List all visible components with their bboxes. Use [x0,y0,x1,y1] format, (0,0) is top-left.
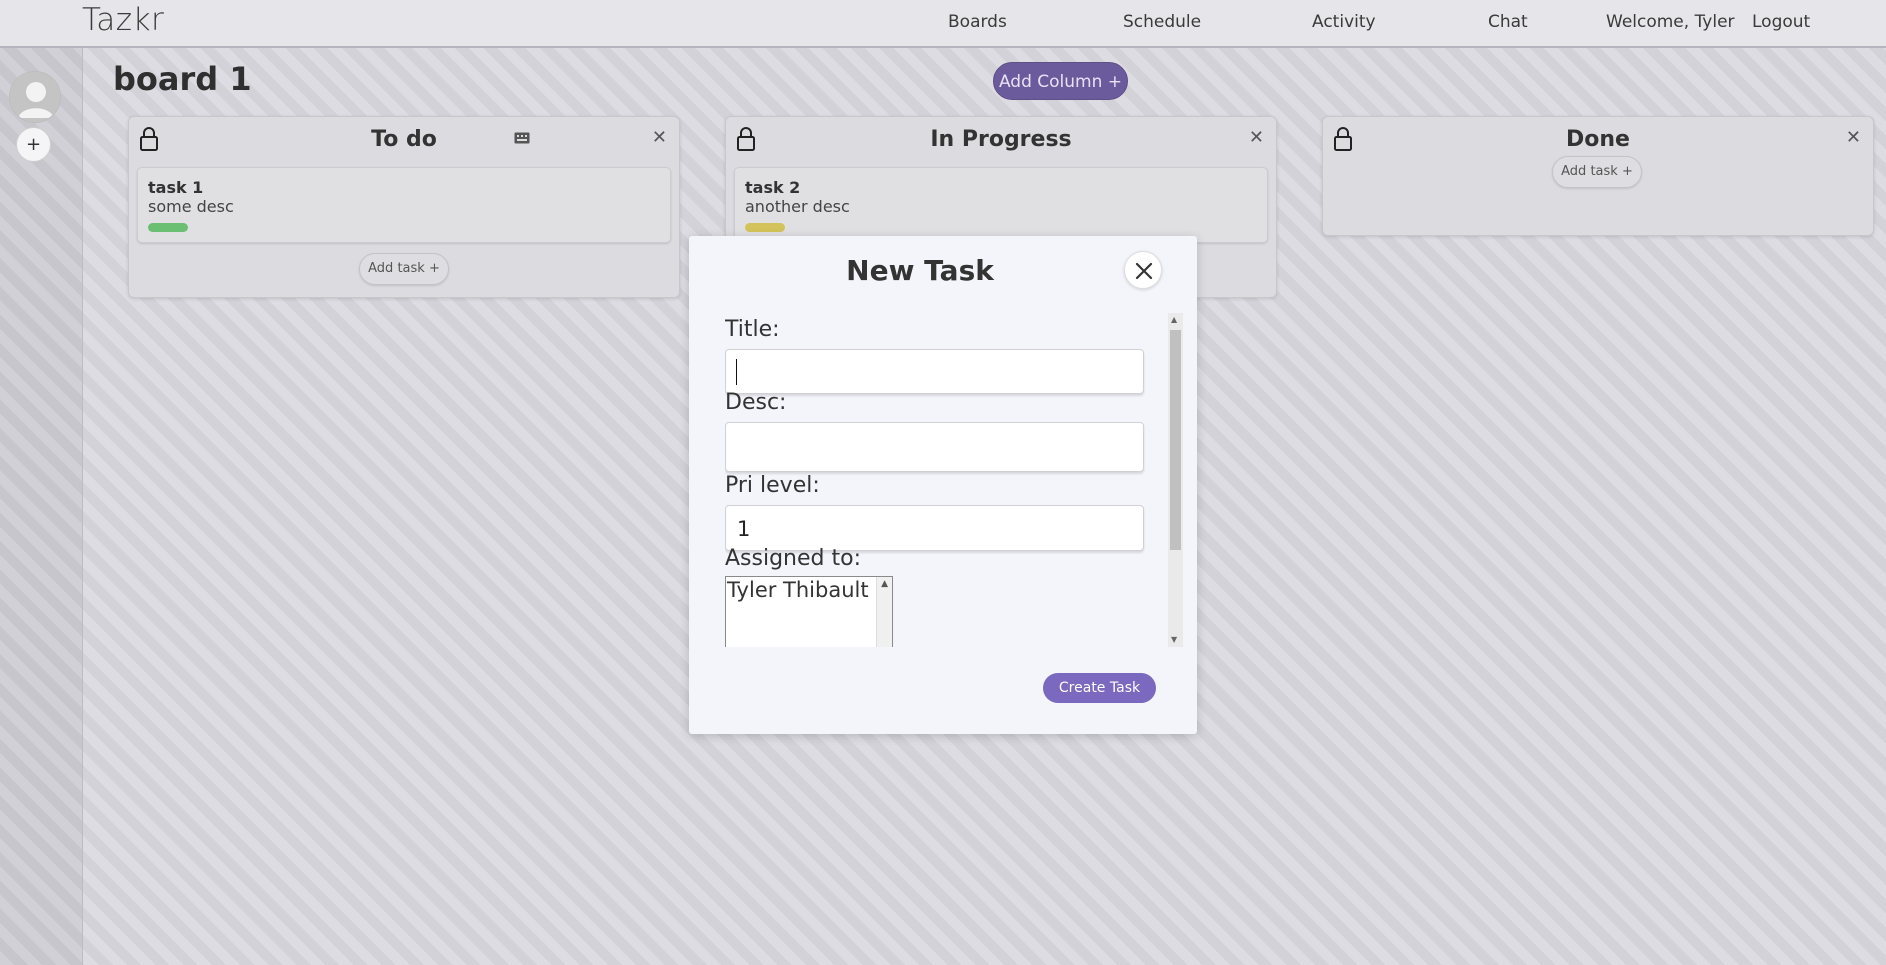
priority-bar [148,223,188,232]
nav-link-activity[interactable]: Activity [1312,12,1376,32]
scroll-up-icon[interactable]: ▲ [881,579,888,589]
edit-icon[interactable] [514,132,530,144]
text-caret [736,359,737,385]
avatar-icon[interactable] [9,71,61,123]
title-input[interactable] [725,349,1144,394]
assigned-to-select[interactable]: Tyler Thibault ▲ [725,576,893,647]
task-desc: some desc [148,197,234,216]
brand-logo[interactable]: Tazkr [82,2,164,38]
modal-title: New Task [846,254,994,287]
add-column-button[interactable]: Add Column + [993,62,1128,100]
close-icon [1135,262,1153,280]
add-task-button[interactable]: Add task + [359,253,449,285]
task-card[interactable]: task 1 some desc [137,167,671,243]
title-label: Title: [725,317,780,342]
column-title: To do [371,127,437,152]
nav-link-schedule[interactable]: Schedule [1123,12,1201,32]
task-form: Title: Desc: Pri level: 1 Assigned to: T… [725,313,1163,647]
assigned-to-label: Assigned to: [725,546,861,571]
desc-label: Desc: [725,390,787,415]
assignee-option[interactable]: Tyler Thibault [727,578,869,602]
column-done: Done ✕ Add task + [1322,116,1874,236]
task-card[interactable]: task 2 another desc [734,167,1268,243]
close-icon[interactable]: ✕ [1846,129,1861,147]
close-icon[interactable]: ✕ [652,129,667,147]
close-icon[interactable]: ✕ [1249,129,1264,147]
pri-level-input[interactable]: 1 [725,505,1144,551]
assignee-scrollbar[interactable]: ▲ [876,577,892,647]
new-task-modal: New Task Title: Desc: Pri level: 1 Assig… [689,236,1197,734]
scroll-down-icon[interactable]: ▼ [1171,635,1177,644]
form-scrollbar[interactable]: ▲ ▼ [1168,313,1183,647]
welcome-text: Welcome, Tyler [1606,12,1735,32]
desc-input[interactable] [725,422,1144,472]
nav-link-boards[interactable]: Boards [948,12,1007,32]
column-todo: To do ✕ task 1 some desc Add task + [128,116,680,298]
board-title: board 1 [113,60,252,98]
task-title: task 2 [745,178,801,197]
top-nav: Tazkr Boards Schedule Activity Chat Welc… [0,0,1886,48]
create-task-button[interactable]: Create Task [1043,673,1156,703]
add-board-button[interactable]: + [16,127,51,162]
scrollbar-thumb[interactable] [1170,330,1181,550]
task-desc: another desc [745,197,850,216]
nav-link-logout[interactable]: Logout [1752,12,1810,32]
task-title: task 1 [148,178,204,197]
sidebar [0,48,83,965]
scroll-up-icon[interactable]: ▲ [1171,315,1177,324]
nav-link-chat[interactable]: Chat [1488,12,1528,32]
close-modal-button[interactable] [1124,251,1162,289]
add-task-button[interactable]: Add task + [1552,156,1642,188]
pri-level-label: Pri level: [725,473,820,498]
column-title: Done [1566,127,1630,152]
priority-bar [745,223,785,232]
column-title: In Progress [930,127,1072,152]
